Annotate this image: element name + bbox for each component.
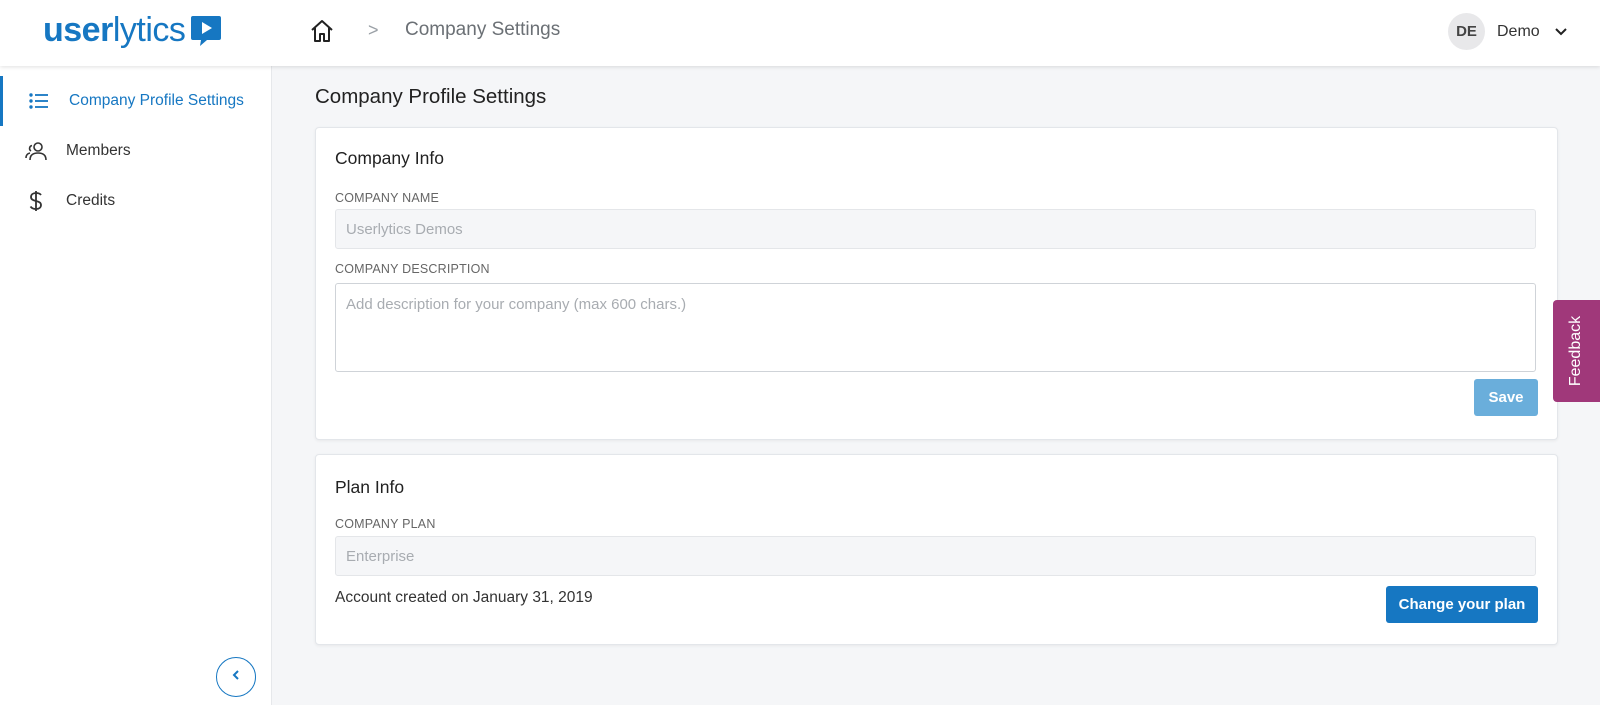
userlytics-logo[interactable]: userlytics — [43, 12, 223, 48]
collapse-sidebar-button[interactable] — [216, 657, 256, 697]
sidebar-item-label: Members — [66, 142, 131, 159]
home-icon[interactable] — [309, 18, 335, 44]
breadcrumb-current: Company Settings — [405, 19, 561, 40]
dollar-icon — [24, 189, 48, 213]
avatar: DE — [1448, 13, 1485, 50]
company-name-field[interactable]: Userlytics Demos — [335, 209, 1536, 249]
chevron-down-icon — [1554, 25, 1568, 39]
company-plan-label: COMPANY PLAN — [335, 517, 436, 531]
sidebar-item-credits[interactable]: Credits — [0, 176, 271, 226]
sidebar: Company Profile Settings Members Credits — [0, 66, 272, 705]
feedback-tab[interactable]: Feedback — [1553, 300, 1600, 402]
chevron-left-icon — [230, 668, 242, 686]
logo-lytics-text: lytics — [112, 11, 186, 49]
feedback-label: Feedback — [1567, 315, 1585, 387]
logo-user-text: user — [43, 11, 113, 49]
plan-info-card: Plan Info COMPANY PLAN Enterprise Accoun… — [315, 454, 1558, 645]
user-name: Demo — [1497, 22, 1540, 40]
company-plan-field: Enterprise — [335, 536, 1536, 576]
sidebar-item-members[interactable]: Members — [0, 126, 271, 176]
logo-wordmark: userlytics — [43, 11, 186, 49]
company-name-label: COMPANY NAME — [335, 191, 440, 205]
company-description-label: COMPANY DESCRIPTION — [335, 262, 490, 276]
sidebar-item-label: Credits — [66, 192, 116, 209]
list-icon — [27, 89, 51, 113]
save-button[interactable]: Save — [1474, 379, 1538, 416]
company-info-title: Company Info — [335, 148, 444, 168]
change-plan-button[interactable]: Change your plan — [1386, 586, 1538, 623]
company-description-field[interactable]: Add description for your company (max 60… — [335, 283, 1536, 372]
top-header: userlytics > Company Settings DE Demo — [0, 0, 1600, 66]
user-menu[interactable]: DE Demo — [1448, 13, 1568, 50]
page-title: Company Profile Settings — [315, 85, 547, 108]
logo-play-icon — [189, 13, 223, 47]
members-icon — [24, 139, 48, 163]
sidebar-item-company-profile-settings[interactable]: Company Profile Settings — [0, 76, 271, 126]
company-info-card: Company Info COMPANY NAME Userlytics Dem… — [315, 127, 1558, 440]
account-created-text: Account created on January 31, 2019 — [335, 589, 593, 606]
plan-info-title: Plan Info — [335, 477, 405, 497]
sidebar-item-label: Company Profile Settings — [69, 92, 244, 109]
breadcrumb-separator: > — [368, 20, 379, 40]
